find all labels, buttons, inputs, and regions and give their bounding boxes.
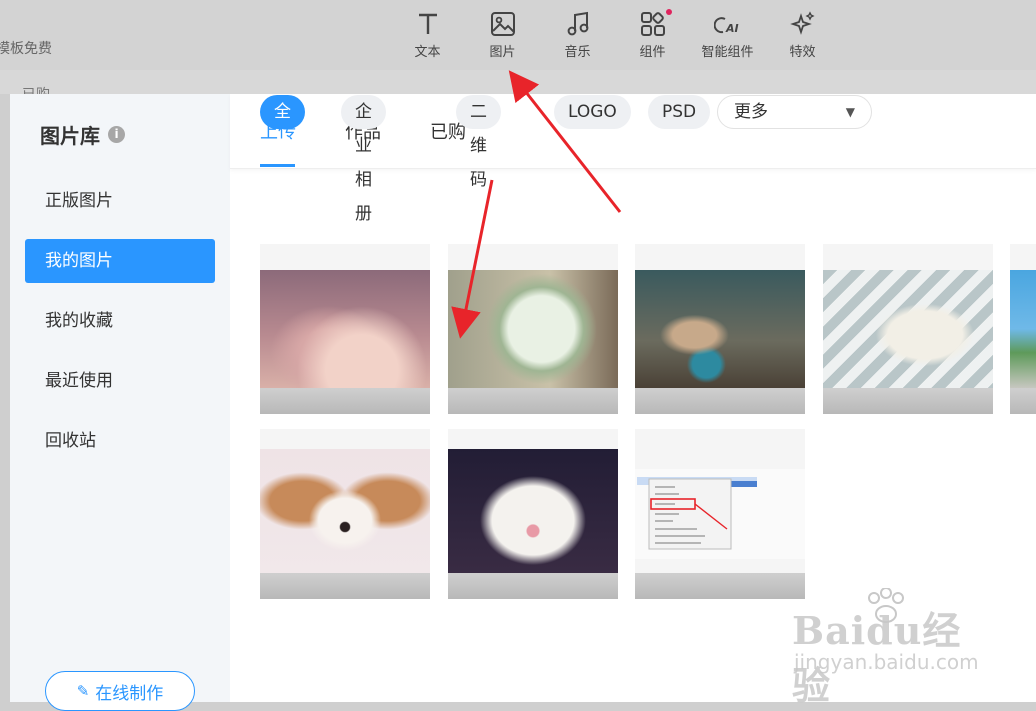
components-icon: [640, 12, 665, 36]
image-thumb-mint-drink[interactable]: [448, 244, 618, 414]
filter-psd[interactable]: PSD: [648, 95, 711, 129]
library-sidebar: 图片库 i 正版图片 我的图片 我的收藏 最近使用 回收站 ✎ 在线制作: [10, 94, 230, 711]
image-caption-bar: [260, 573, 430, 599]
online-create-label: 在线制作: [95, 683, 164, 704]
tool-effects-label: 特效: [789, 45, 816, 60]
sidebar-item-licensed-images[interactable]: 正版图片: [25, 179, 215, 223]
ai-icon: AI: [713, 17, 739, 35]
pencil-icon: ✎: [76, 682, 90, 700]
chevron-down-icon: ▼: [845, 105, 855, 119]
baidu-watermark: Baidu经验 jingyan.baidu.com: [792, 588, 992, 708]
image-cat-with-cup: [635, 270, 805, 388]
music-icon: [567, 11, 588, 36]
notification-dot: [666, 9, 672, 15]
image-pink-clouds: [260, 270, 430, 388]
info-icon[interactable]: i: [108, 126, 125, 143]
image-caption-bar: [635, 573, 805, 599]
context-menu-drawing: [637, 477, 757, 550]
filter-all[interactable]: 全部: [260, 95, 305, 156]
library-title-text: 图片库: [40, 124, 100, 148]
tool-music-label: 音乐: [564, 45, 591, 60]
tool-text-label: 文本: [414, 45, 441, 60]
more-select-label: 更多: [734, 102, 768, 122]
filter-qr-code[interactable]: 二维码: [456, 95, 501, 190]
image-thumb-tree-sky[interactable]: [1010, 244, 1036, 414]
bg-template-label: 模板免费: [0, 41, 52, 57]
image-open-book-glasses: [823, 270, 993, 388]
image-mint-drink: [448, 270, 618, 388]
image-thumb-white-kitten[interactable]: [448, 429, 618, 599]
text-icon: [418, 13, 437, 34]
editor-toolbar: 文本 图片 音乐 组件 AI 智能组件 特效: [390, 6, 840, 64]
tool-ai-components[interactable]: AI 智能组件: [690, 6, 765, 64]
bg-left-column: [0, 94, 10, 702]
tool-ai-label: 智能组件: [701, 45, 754, 60]
image-caption-bar: [1010, 388, 1036, 414]
image-thumb-puppy[interactable]: [260, 429, 430, 599]
sidebar-item-my-images[interactable]: 我的图片: [25, 239, 215, 283]
image-puppy: [260, 449, 430, 579]
image-white-kitten: [448, 449, 618, 579]
image-thumb-pink-clouds[interactable]: [260, 244, 430, 414]
bg-strip: [0, 70, 1036, 94]
library-title: 图片库 i: [40, 120, 125, 149]
tool-image-label: 图片: [489, 45, 516, 60]
tool-components[interactable]: 组件: [615, 6, 690, 64]
image-caption-bar: [448, 573, 618, 599]
ai-icon-text: AI: [725, 22, 739, 35]
filter-company-album[interactable]: 企业相册: [341, 95, 386, 224]
watermark-url: jingyan.baidu.com: [794, 650, 979, 674]
sidebar-item-recycle-bin[interactable]: 回收站: [25, 419, 215, 463]
tool-text[interactable]: 文本: [390, 6, 465, 64]
image-thumb-context-menu[interactable]: [635, 429, 805, 599]
sidebar-item-recent[interactable]: 最近使用: [25, 359, 215, 403]
tool-image[interactable]: 图片: [465, 6, 540, 64]
image-icon: [490, 12, 515, 36]
image-caption-bar: [448, 388, 618, 414]
tool-effects[interactable]: 特效: [765, 6, 840, 64]
image-thumb-cat-with-cup[interactable]: [635, 244, 805, 414]
filter-more-select[interactable]: 更多 ▼: [717, 95, 872, 129]
sidebar-item-my-favorites[interactable]: 我的收藏: [25, 299, 215, 343]
active-tab-underline: [260, 164, 295, 167]
image-caption-bar: [823, 388, 993, 414]
image-tree-sky: [1010, 270, 1036, 388]
image-context-menu-screenshot: [635, 469, 805, 559]
filter-logo[interactable]: LOGO: [554, 95, 631, 129]
image-caption-bar: [635, 388, 805, 414]
image-caption-bar: [260, 388, 430, 414]
tool-music[interactable]: 音乐: [540, 6, 615, 64]
sparkle-icon: [789, 11, 815, 35]
image-thumb-open-book[interactable]: [823, 244, 993, 414]
tool-components-label: 组件: [639, 45, 666, 60]
online-create-button[interactable]: ✎ 在线制作: [45, 671, 195, 711]
